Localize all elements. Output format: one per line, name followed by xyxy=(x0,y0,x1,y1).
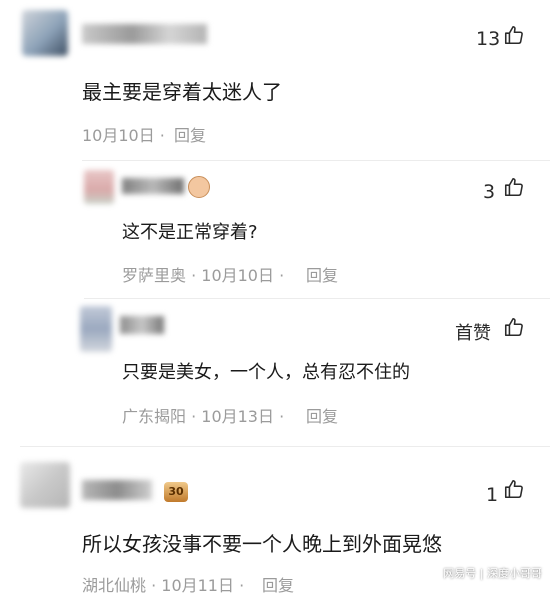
avatar[interactable] xyxy=(80,306,112,352)
reply-button[interactable]: 回复 xyxy=(306,403,338,427)
like-count: 首赞 xyxy=(455,323,491,344)
watermark: 网易号 | 深度小哥哥 xyxy=(443,567,542,580)
comment-meta: 湖北仙桃 · 10月11日 · xyxy=(82,576,245,595)
comment-meta: 10月10日 · xyxy=(82,126,165,145)
reply-button[interactable]: 回复 xyxy=(306,262,338,286)
divider xyxy=(84,298,550,299)
thumb-up-icon[interactable] xyxy=(503,316,525,338)
level-badge-label: 30 xyxy=(168,485,184,498)
divider xyxy=(82,160,550,161)
avatar[interactable] xyxy=(20,462,70,508)
avatar[interactable] xyxy=(22,10,68,56)
reply-button[interactable]: 回复 xyxy=(174,122,206,146)
thumb-up-icon[interactable] xyxy=(503,24,525,46)
username-blurred[interactable] xyxy=(82,480,152,500)
like-count: 13 xyxy=(476,28,501,50)
comment-meta: 罗萨里奥 · 10月10日 · xyxy=(122,266,285,285)
level-badge-icon: 30 xyxy=(164,482,188,502)
thumb-up-icon[interactable] xyxy=(503,176,525,198)
username-blurred[interactable] xyxy=(82,24,207,44)
username-blurred[interactable] xyxy=(122,178,184,194)
reply-button[interactable]: 回复 xyxy=(262,572,294,596)
like-count: 3 xyxy=(483,181,496,203)
thumb-up-icon[interactable] xyxy=(503,478,525,500)
divider xyxy=(20,446,550,447)
comment-text: 所以女孩没事不要一个人晚上到外面晃悠 xyxy=(82,532,442,556)
avatar[interactable] xyxy=(84,170,114,204)
like-count: 1 xyxy=(486,484,499,506)
emoji-badge-icon xyxy=(188,176,210,198)
comment-text: 最主要是穿着太迷人了 xyxy=(82,80,282,104)
username-blurred[interactable] xyxy=(120,316,164,334)
comment-meta: 广东揭阳 · 10月13日 · xyxy=(122,407,285,426)
comment-text: 只要是美女，一个人，总有忍不住的 xyxy=(122,362,410,383)
comment-text: 这不是正常穿着? xyxy=(122,222,258,243)
